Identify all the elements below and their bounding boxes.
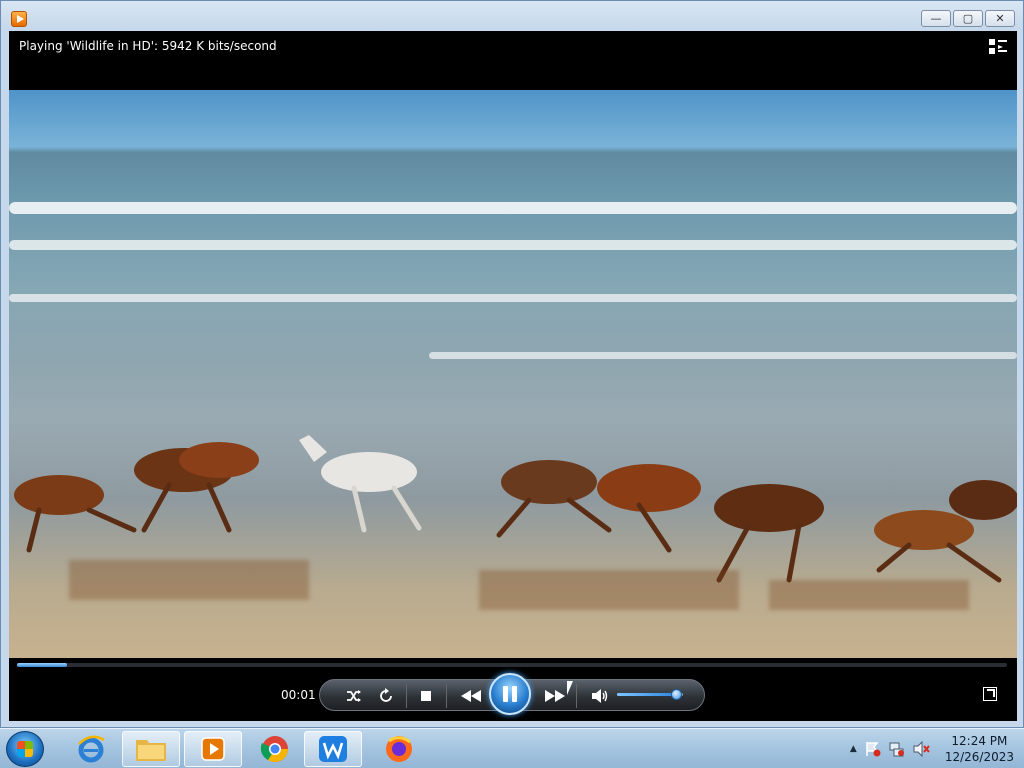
title-bar[interactable]: — ▢ ✕ bbox=[1, 1, 1023, 31]
writer-w-icon bbox=[319, 736, 347, 762]
seek-bar-progress bbox=[17, 663, 67, 667]
seek-bar[interactable] bbox=[17, 663, 1007, 667]
fullscreen-icon[interactable] bbox=[983, 687, 997, 701]
clock-time: 12:24 PM bbox=[951, 734, 1008, 748]
folder-icon bbox=[136, 740, 166, 761]
video-canvas[interactable] bbox=[9, 90, 1017, 658]
taskbar-firefox[interactable] bbox=[370, 731, 428, 767]
media-player-icon bbox=[201, 737, 225, 761]
clock-date: 12/26/2023 bbox=[944, 750, 1014, 764]
system-tray: ▲ 12:24 PM 12/26/2023 bbox=[850, 733, 1014, 765]
volume-slider[interactable] bbox=[617, 689, 683, 700]
repeat-icon bbox=[380, 688, 392, 702]
close-button[interactable]: ✕ bbox=[985, 10, 1015, 27]
start-button[interactable] bbox=[6, 731, 44, 767]
previous-button[interactable] bbox=[458, 686, 484, 706]
window-controls: — ▢ ✕ bbox=[921, 10, 1015, 27]
fast-forward-icon bbox=[545, 690, 565, 702]
next-button[interactable] bbox=[542, 686, 568, 706]
switch-to-library-icon[interactable] bbox=[989, 39, 1007, 55]
show-hidden-icons-icon[interactable]: ▲ bbox=[850, 744, 857, 754]
elapsed-time: 00:01 bbox=[281, 688, 316, 702]
media-player-app-icon[interactable] bbox=[11, 11, 27, 27]
mute-button[interactable] bbox=[590, 686, 610, 706]
taskbar: ▲ 12:24 PM 12/26/2023 bbox=[0, 728, 1024, 768]
maximize-button[interactable]: ▢ bbox=[953, 10, 983, 27]
mouse-cursor bbox=[567, 681, 573, 695]
taskbar-chrome[interactable] bbox=[246, 731, 304, 767]
shuffle-button[interactable] bbox=[344, 686, 364, 706]
now-playing-status: Playing 'Wildlife in HD': 5942 K bits/se… bbox=[19, 39, 277, 53]
rewind-icon bbox=[461, 690, 481, 702]
repeat-button[interactable] bbox=[376, 686, 396, 706]
taskbar-clock[interactable]: 12:24 PM 12/26/2023 bbox=[945, 733, 1014, 765]
player-area: Playing 'Wildlife in HD': 5942 K bits/se… bbox=[9, 31, 1017, 721]
firefox-icon bbox=[386, 736, 412, 762]
taskbar-internet-explorer[interactable] bbox=[62, 731, 120, 767]
internet-explorer-icon bbox=[78, 735, 105, 763]
taskbar-media-player[interactable] bbox=[184, 731, 242, 767]
minimize-button[interactable]: — bbox=[921, 10, 951, 27]
volume-level bbox=[617, 693, 677, 696]
taskbar-file-explorer[interactable] bbox=[122, 731, 180, 767]
pause-button[interactable] bbox=[489, 673, 531, 715]
chrome-icon bbox=[260, 736, 289, 763]
speaker-muted-icon[interactable] bbox=[913, 741, 931, 757]
stop-icon bbox=[421, 691, 431, 701]
volume-icon bbox=[592, 689, 608, 703]
action-center-flag-icon[interactable] bbox=[865, 741, 881, 757]
network-icon[interactable] bbox=[889, 741, 905, 757]
taskbar-wps-writer[interactable] bbox=[304, 731, 362, 767]
pause-icon bbox=[503, 686, 517, 702]
media-player-window: — ▢ ✕ Playing 'Wildlife in HD': 5942 K b… bbox=[0, 0, 1024, 728]
shuffle-icon bbox=[347, 690, 361, 702]
stop-button[interactable] bbox=[416, 686, 436, 706]
